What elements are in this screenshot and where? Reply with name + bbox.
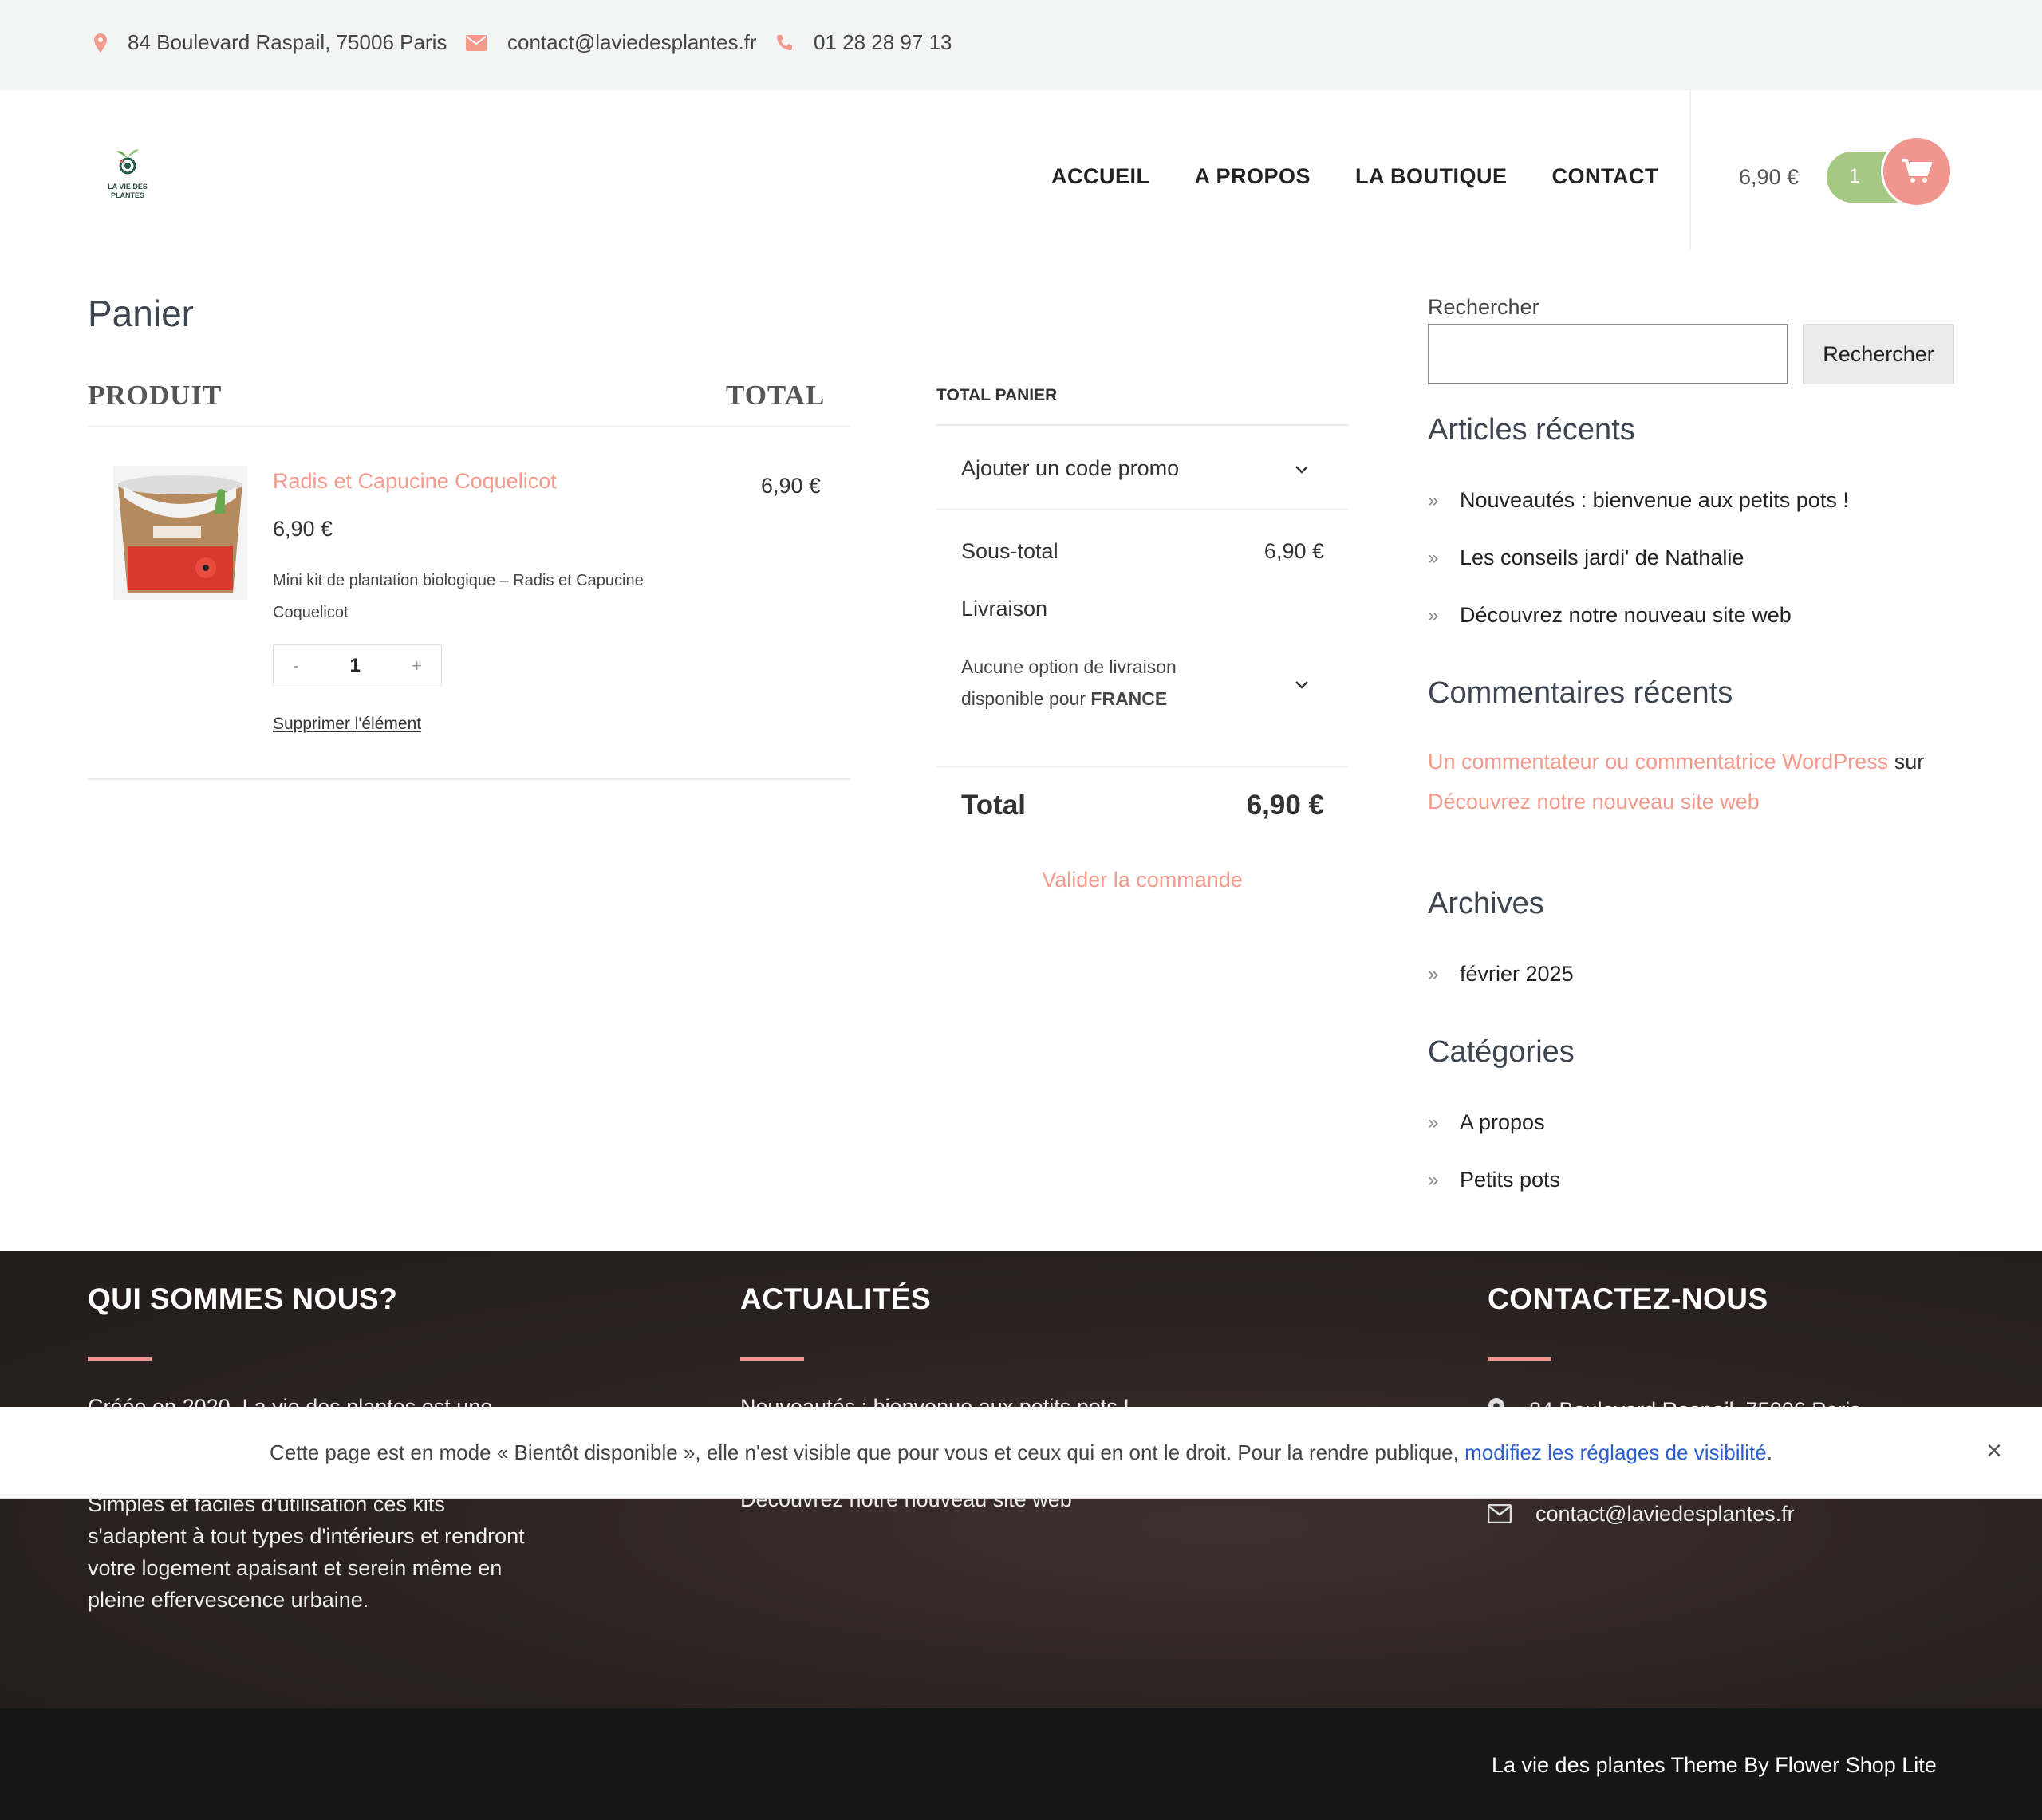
footer-accent-bar <box>1488 1357 1551 1361</box>
cart-count: 1 <box>1849 165 1860 187</box>
site-logo[interactable]: LA VIE DES PLANTES <box>102 144 153 200</box>
archives-heading: Archives <box>1428 887 1544 920</box>
topbar-email[interactable]: contact@laviedesplantes.fr <box>466 30 757 55</box>
footer-accent-bar <box>740 1357 804 1361</box>
footer-about-heading: QUI SOMMES NOUS? <box>88 1282 398 1315</box>
promo-chevron-down-icon[interactable] <box>1292 459 1311 483</box>
footer-contact-heading: CONTACTEZ-NOUS <box>1488 1282 1768 1315</box>
search-label: Rechercher <box>1428 295 1539 319</box>
double-chevron-right-icon: » <box>1428 1168 1439 1191</box>
nav-a-propos[interactable]: A PROPOS <box>1195 164 1311 189</box>
page-title: Panier <box>88 293 194 334</box>
double-chevron-right-icon: » <box>1428 546 1439 569</box>
totals-divider-1 <box>936 424 1348 426</box>
search-input[interactable] <box>1428 324 1788 384</box>
total-label: Total <box>961 790 1027 821</box>
cart-button[interactable] <box>1881 136 1953 207</box>
nav-la-boutique[interactable]: LA BOUTIQUE <box>1355 164 1508 189</box>
cart-totals-title: TOTAL PANIER <box>936 386 1058 404</box>
shipping-country: FRANCE <box>1090 688 1168 709</box>
close-icon[interactable]: × <box>1986 1436 2002 1467</box>
search-button[interactable]: Rechercher <box>1803 324 1954 384</box>
header-divider <box>1689 90 1691 250</box>
qty-increase-button[interactable]: + <box>412 656 422 676</box>
double-chevron-right-icon: » <box>1428 963 1439 985</box>
notice-text: Cette page est en mode « Bientôt disponi… <box>270 1440 1772 1464</box>
recent-comment: Un commentateur ou commentatrice WordPre… <box>1428 750 1925 813</box>
shipping-chevron-down-icon[interactable] <box>1292 675 1311 698</box>
product-name-link[interactable]: Radis et Capucine Coquelicot <box>273 469 557 494</box>
shipping-note[interactable]: Aucune option de livraison disponible po… <box>961 651 1248 715</box>
category-item[interactable]: » A propos <box>1428 1110 1545 1135</box>
logo-text: LA VIE DES PLANTES <box>108 183 148 199</box>
recent-comments-heading: Commentaires récents <box>1428 676 1733 710</box>
main-nav: ACCUEIL A PROPOS LA BOUTIQUE CONTACT <box>1051 164 1658 189</box>
col-product-header: PRODUIT <box>88 380 223 411</box>
shopping-cart-icon <box>1902 159 1932 183</box>
comment-author-link[interactable]: Un commentateur ou commentatrice WordPre… <box>1428 750 1888 774</box>
footer-news-heading: ACTUALITÉS <box>740 1282 932 1315</box>
footer-contact-email[interactable]: contact@laviedesplantes.fr <box>1488 1498 1795 1530</box>
nav-contact[interactable]: CONTACT <box>1552 164 1658 189</box>
remove-item-link[interactable]: Supprimer l'élément <box>273 715 421 734</box>
recent-post-item[interactable]: » Découvrez notre nouveau site web <box>1428 603 1792 628</box>
envelope-icon <box>1488 1504 1512 1523</box>
line-total: 6,90 € <box>761 474 822 498</box>
quantity-stepper: - 1 + <box>273 644 442 687</box>
subtotal-label: Sous-total <box>961 539 1058 563</box>
checkout-button[interactable]: Valider la commande <box>936 868 1348 892</box>
nav-accueil[interactable]: ACCUEIL <box>1051 164 1150 189</box>
double-chevron-right-icon: » <box>1428 1111 1439 1133</box>
recent-post-item[interactable]: » Les conseils jardi' de Nathalie <box>1428 546 1744 570</box>
recent-posts-heading: Articles récents <box>1428 413 1635 447</box>
recent-post-item[interactable]: » Nouveautés : bienvenue aux petits pots … <box>1428 488 1849 513</box>
map-pin-icon <box>94 33 107 53</box>
plant-logo-icon <box>116 149 139 175</box>
site-header <box>0 90 2042 250</box>
topbar-phone[interactable]: 01 28 28 97 13 <box>775 30 952 55</box>
product-unit-price: 6,90 € <box>273 517 333 541</box>
topbar-address: 84 Boulevard Raspail, 75006 Paris <box>94 30 447 55</box>
category-item[interactable]: » Petits pots <box>1428 1168 1560 1192</box>
visibility-settings-link[interactable]: modifiez les réglages de visibilité <box>1464 1440 1767 1464</box>
phone-icon <box>777 34 792 50</box>
comment-post-link[interactable]: Découvrez notre nouveau site web <box>1428 790 1760 813</box>
footer-credits: La vie des plantes Theme By Flower Shop … <box>1492 1753 1937 1777</box>
subtotal-value: 6,90 € <box>1263 539 1324 563</box>
table-header-divider <box>88 426 850 427</box>
promo-code-toggle-label[interactable]: Ajouter un code promo <box>961 456 1179 481</box>
double-chevron-right-icon: » <box>1428 604 1439 626</box>
categories-heading: Catégories <box>1428 1035 1575 1069</box>
col-total-header: TOTAL <box>726 380 826 411</box>
qty-input[interactable]: 1 <box>350 655 361 677</box>
totals-divider-3 <box>936 766 1348 767</box>
totals-divider-2 <box>936 509 1348 510</box>
footer-about-text: Simples et faciles d'utilisation ces kit… <box>88 1492 525 1612</box>
double-chevron-right-icon: » <box>1428 489 1439 511</box>
shipping-label: Livraison <box>961 597 1048 620</box>
table-bottom-divider <box>88 778 850 780</box>
total-value: 6,90 € <box>1246 790 1324 821</box>
archive-item[interactable]: » février 2025 <box>1428 962 1574 987</box>
envelope-icon <box>466 34 487 51</box>
cart-price[interactable]: 6,90 € <box>1739 165 1799 190</box>
qty-decrease-button[interactable]: - <box>293 656 298 676</box>
product-description: Mini kit de plantation biologique – Radi… <box>273 572 644 621</box>
product-image[interactable] <box>113 466 247 600</box>
footer-accent-bar <box>88 1357 152 1361</box>
product-pot-image <box>118 475 242 593</box>
